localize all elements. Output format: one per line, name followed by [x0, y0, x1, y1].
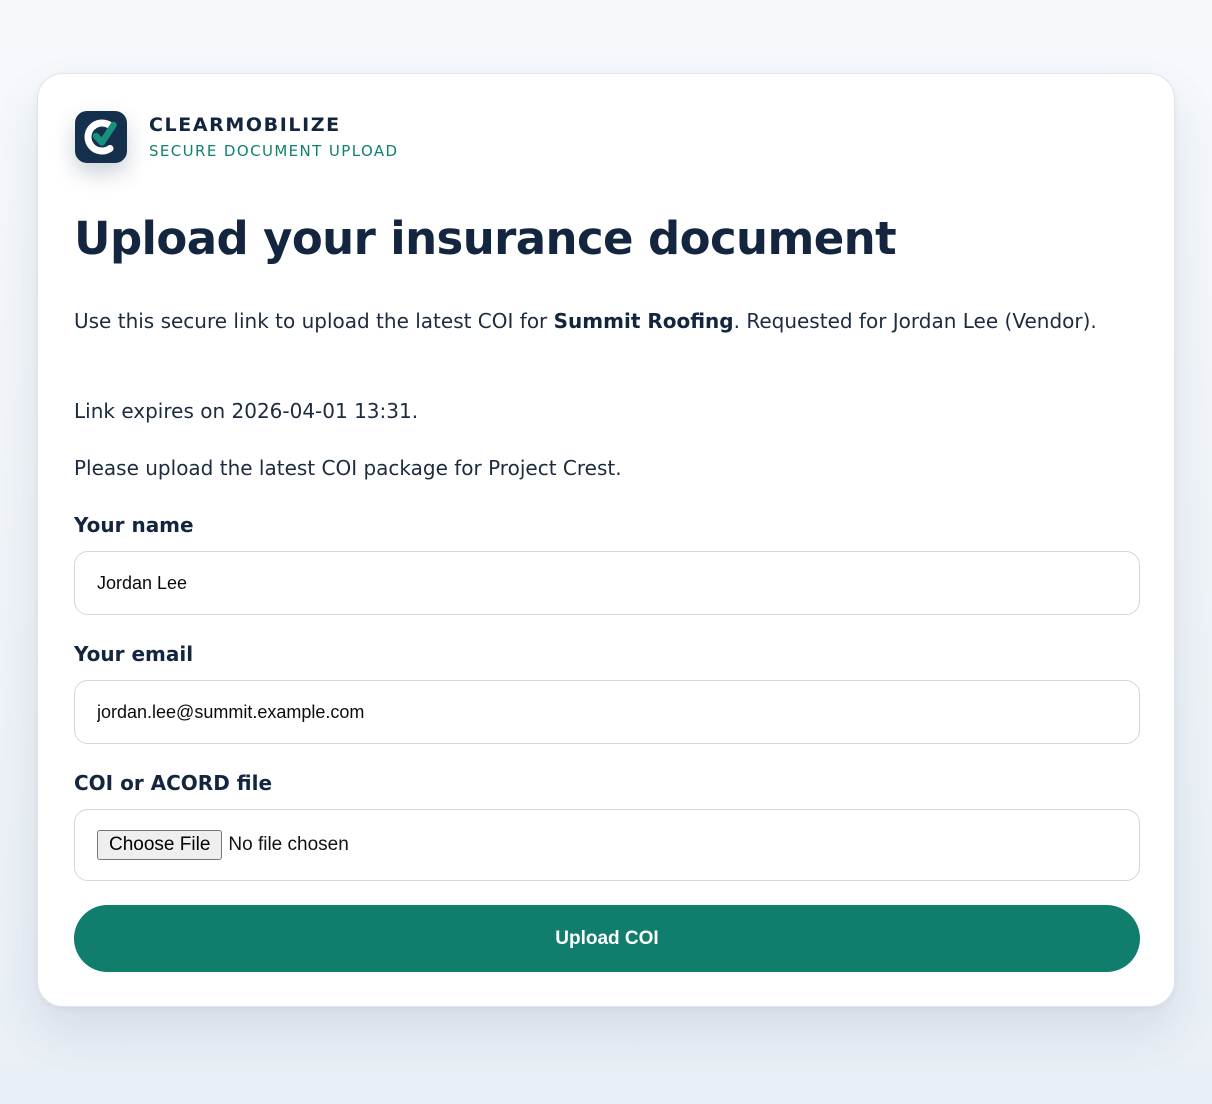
checkmark-c-logo-icon: [84, 119, 117, 155]
request-message: Please upload the latest COI package for…: [74, 456, 622, 480]
intro-before: Use this secure link to upload the lates…: [74, 309, 554, 333]
page-title: Upload your insurance document: [74, 212, 897, 265]
brand-name: CLEARMOBILIZE: [149, 114, 341, 136]
expiry-text: Link expires on 2026-04-01 13:31.: [74, 399, 419, 423]
brand-text: CLEARMOBILIZE SECURE DOCUMENT UPLOAD: [149, 113, 399, 161]
brand-header: CLEARMOBILIZE SECURE DOCUMENT UPLOAD: [75, 111, 399, 163]
brand-logo-icon: [75, 111, 127, 163]
brand-subtitle: SECURE DOCUMENT UPLOAD: [149, 142, 399, 160]
upload-coi-button[interactable]: Upload COI: [74, 905, 1140, 972]
email-input[interactable]: [74, 680, 1140, 744]
company-name: Summit Roofing: [553, 309, 734, 333]
upload-card: CLEARMOBILIZE SECURE DOCUMENT UPLOAD Upl…: [37, 73, 1175, 1007]
name-input[interactable]: [74, 551, 1140, 615]
name-label: Your name: [74, 513, 194, 537]
intro-text: Use this secure link to upload the lates…: [74, 305, 1140, 338]
file-input[interactable]: Choose File No file chosen: [74, 809, 1140, 881]
file-status-text: No file chosen: [228, 834, 349, 855]
choose-file-button[interactable]: Choose File: [97, 830, 223, 860]
email-label: Your email: [74, 642, 194, 666]
file-label: COI or ACORD file: [74, 771, 273, 795]
intro-after: . Requested for Jordan Lee (Vendor).: [733, 309, 1097, 333]
